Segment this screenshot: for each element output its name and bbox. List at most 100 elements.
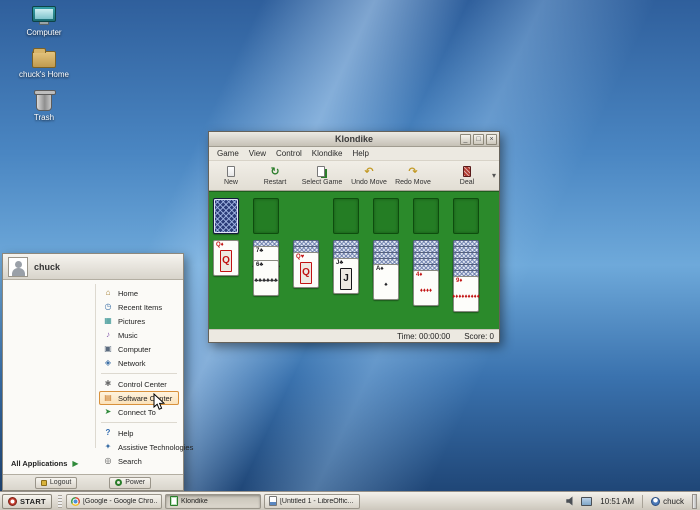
menu-item-search[interactable]: ◎ Search xyxy=(99,454,179,468)
minimize-button[interactable]: _ xyxy=(460,134,471,145)
card-ace-of-spades[interactable]: A♠ ♠ xyxy=(373,264,399,300)
logout-button[interactable]: Logout xyxy=(34,476,78,489)
user-switcher[interactable]: chuck xyxy=(648,496,687,506)
show-desktop-button[interactable] xyxy=(692,493,697,509)
restart-icon: ↻ xyxy=(270,165,280,178)
undo-icon: ↶ xyxy=(364,165,374,178)
clock[interactable]: 10:51 AM xyxy=(597,497,637,506)
menu-item-assistive-technologies[interactable]: ✦ Assistive Technologies xyxy=(99,440,194,454)
status-bar: Time: 00:00:00 Score: 0 xyxy=(209,329,499,342)
card-six-of-clubs[interactable]: 6♣ ♣♣♣♣♣♣ xyxy=(253,260,279,296)
menu-klondike[interactable]: Klondike xyxy=(307,149,348,158)
redo-icon: ↷ xyxy=(408,165,418,178)
control-center-icon: ✱ xyxy=(104,379,112,388)
desktop-icon-area: Computer chuck's Home Trash xyxy=(16,6,72,122)
card-queen-of-diamonds[interactable]: Q♦ Q xyxy=(213,240,239,276)
menu-item-pictures[interactable]: ▦ Pictures xyxy=(99,314,179,328)
card-jack-of-clubs[interactable]: J♣ J xyxy=(333,258,359,294)
menu-help[interactable]: Help xyxy=(347,149,373,158)
waste-pile[interactable] xyxy=(253,198,279,234)
menu-item-music[interactable]: ♪ Music xyxy=(99,328,179,342)
redo-move-button[interactable]: ↷ Redo Move xyxy=(391,161,435,190)
toolbar-overflow-icon[interactable]: ▾ xyxy=(492,171,496,180)
new-button[interactable]: New xyxy=(209,161,253,190)
menu-item-control-center[interactable]: ✱ Control Center xyxy=(99,377,179,391)
undo-move-button[interactable]: ↶ Undo Move xyxy=(347,161,391,190)
trash-icon xyxy=(34,89,56,111)
foundation-3[interactable] xyxy=(413,198,439,234)
recent-items-icon: ◷ xyxy=(104,302,112,311)
system-tray: 10:51 AM chuck xyxy=(566,493,700,509)
menu-item-software-center[interactable]: ▤ Software Center xyxy=(99,391,179,405)
chrome-icon xyxy=(70,496,80,506)
search-icon: ◎ xyxy=(104,456,112,465)
card-four-of-diamonds[interactable]: 4♦ ♦♦♦♦ xyxy=(413,270,439,306)
menu-item-home[interactable]: ⌂ Home xyxy=(99,286,179,300)
libreoffice-icon xyxy=(268,496,277,506)
user-avatar xyxy=(8,256,28,277)
help-icon: ? xyxy=(105,428,111,437)
select-game-button[interactable]: Select Game xyxy=(297,161,347,190)
klondike-icon xyxy=(169,496,178,506)
tray-separator xyxy=(642,494,644,508)
foundation-1[interactable] xyxy=(333,198,359,234)
toolbar: New ↻ Restart Select Game ↶ Undo Move ↷ … xyxy=(209,161,499,191)
assistive-technologies-icon: ✦ xyxy=(104,442,112,451)
start-menu-footer: Logout Power xyxy=(3,474,183,490)
user-name: chuck xyxy=(34,261,61,272)
card-queen-of-hearts[interactable]: Q♥ Q xyxy=(293,252,319,288)
deal-button[interactable]: Deal xyxy=(445,161,489,190)
power-button[interactable]: Power xyxy=(109,476,152,489)
desktop: Computer chuck's Home Trash Klondike _ □… xyxy=(0,0,700,510)
start-menu-header: chuck xyxy=(3,254,183,280)
klondike-window: Klondike _ □ × Game View Control Klondik… xyxy=(208,131,500,343)
menu-item-help[interactable]: ? Help xyxy=(99,426,179,440)
menu-item-recent-items[interactable]: ◷ Recent Items xyxy=(99,300,179,314)
menu-item-connect-to[interactable]: ➤ Connect To xyxy=(99,405,179,419)
menu-game[interactable]: Game xyxy=(212,149,244,158)
start-logo-icon xyxy=(8,496,17,506)
desktop-icon-label: Trash xyxy=(33,112,55,122)
menu-item-computer[interactable]: ▣ Computer xyxy=(99,342,179,356)
card-nine-of-diamonds[interactable]: 9♦ ♦♦♦♦♦♦♦♦♦ xyxy=(452,276,480,312)
stock-pile[interactable] xyxy=(213,198,239,234)
desktop-icon-home[interactable]: chuck's Home xyxy=(16,47,72,80)
display-icon[interactable] xyxy=(581,496,593,506)
menu-separator xyxy=(101,422,177,423)
taskbar-window-libreoffice[interactable]: [Untitled 1 - LibreOffic... xyxy=(263,493,360,509)
select-game-icon xyxy=(316,166,325,177)
taskbar-window-klondike[interactable]: Klondike xyxy=(164,493,261,509)
foundation-4[interactable] xyxy=(453,198,479,234)
logout-icon xyxy=(40,479,47,486)
volume-icon[interactable] xyxy=(566,496,573,506)
home-folder-icon xyxy=(32,47,56,68)
title-bar[interactable]: Klondike _ □ × xyxy=(209,132,499,147)
desktop-icon-label: chuck's Home xyxy=(19,69,69,79)
menu-bar: Game View Control Klondike Help xyxy=(209,147,499,161)
start-button[interactable]: START xyxy=(2,493,52,509)
home-icon: ⌂ xyxy=(105,288,111,297)
taskbar-window-chrome[interactable]: [Google - Google Chro... xyxy=(65,493,162,509)
expand-arrow-icon: ▶ xyxy=(72,459,79,468)
start-menu-body: ⌂ Home ◷ Recent Items ▦ Pictures ♪ Music ▣ Co… xyxy=(3,280,194,474)
maximize-button[interactable]: □ xyxy=(473,134,484,145)
menu-view[interactable]: View xyxy=(244,149,271,158)
restart-button[interactable]: ↻ Restart xyxy=(253,161,297,190)
close-button[interactable]: × xyxy=(486,134,497,145)
taskbar-handle[interactable] xyxy=(57,494,62,508)
all-applications-button[interactable]: All Applications ▶ xyxy=(11,459,79,468)
menu-divider xyxy=(95,284,96,448)
menu-control[interactable]: Control xyxy=(271,149,307,158)
foundation-2[interactable] xyxy=(373,198,399,234)
taskbar: START [Google - Google Chro... Klondike … xyxy=(0,491,700,510)
menu-item-network[interactable]: ◈ Network xyxy=(99,356,179,370)
game-table: Q♦ Q 7♣ ♣♣♣♣♣♣♣ 6♣ ♣♣♣♣♣♣ xyxy=(209,191,499,329)
desktop-icon-trash[interactable]: Trash xyxy=(16,89,72,123)
mouse-cursor xyxy=(153,392,166,416)
pictures-icon: ▦ xyxy=(104,316,112,325)
software-center-icon: ▤ xyxy=(104,393,112,402)
start-menu-items: ⌂ Home ◷ Recent Items ▦ Pictures ♪ Music ▣ Co… xyxy=(99,286,194,468)
time-display: Time: 00:00:00 xyxy=(397,331,451,341)
computer-icon xyxy=(32,6,56,26)
desktop-icon-computer[interactable]: Computer xyxy=(16,6,72,38)
